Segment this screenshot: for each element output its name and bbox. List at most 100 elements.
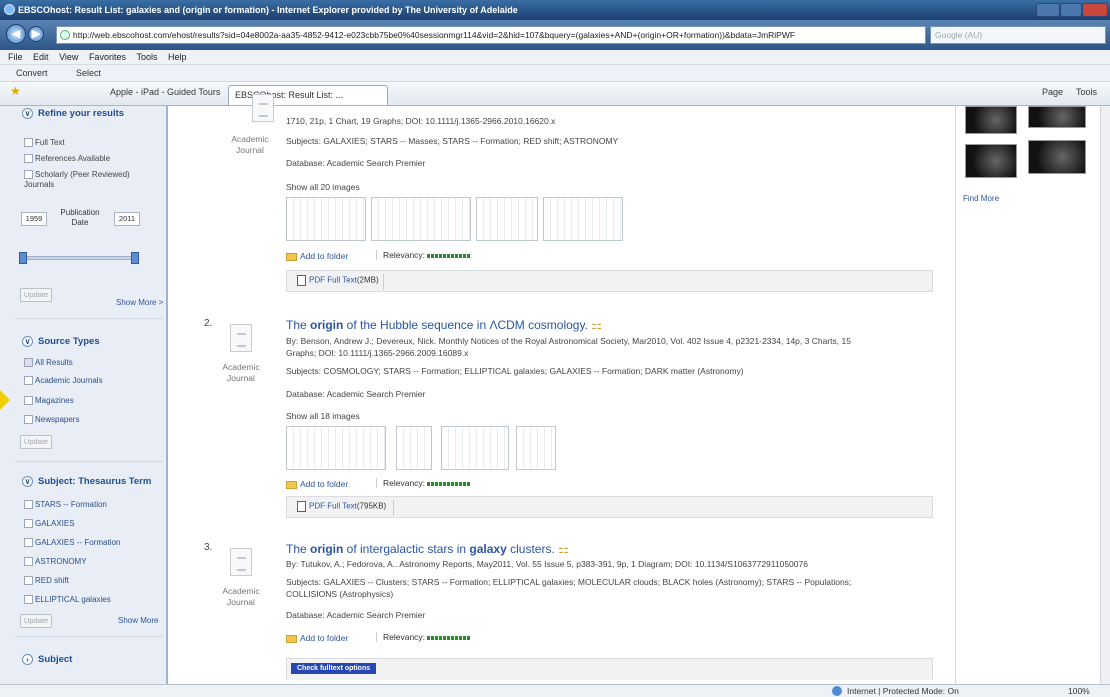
favorites-star-icon[interactable]: ★ xyxy=(10,84,21,98)
doc-icon xyxy=(230,324,252,352)
date-slider[interactable] xyxy=(22,256,138,260)
year-to-input[interactable]: 2011 xyxy=(114,212,140,226)
record-database: Database: Academic Search Premier xyxy=(286,158,426,168)
forward-button[interactable]: ▶ xyxy=(28,26,44,42)
record-title-link[interactable]: The origin of the Hubble sequence in ΛCD… xyxy=(286,318,602,332)
add-to-folder[interactable]: Add to folder xyxy=(286,251,348,261)
doc-type: Academic Journal xyxy=(222,586,260,607)
slider-handle-left[interactable] xyxy=(19,252,27,264)
thumbnail[interactable] xyxy=(441,426,509,470)
menu-tools[interactable]: Tools xyxy=(136,50,157,65)
convert-toolbar: Convert Select xyxy=(0,65,1110,82)
filter-scholarly[interactable]: Scholarly (Peer Reviewed) Journals xyxy=(24,170,144,190)
vertical-scrollbar[interactable] xyxy=(1100,106,1110,684)
back-button[interactable]: ◀ xyxy=(6,24,26,44)
update-button[interactable]: Update xyxy=(20,614,52,628)
subject-red-shift[interactable]: RED shift xyxy=(24,576,69,586)
menu-file[interactable]: File xyxy=(8,50,23,65)
update-button[interactable]: Update xyxy=(20,288,52,302)
record-number: 2. xyxy=(204,318,213,329)
minimize-button[interactable] xyxy=(1036,3,1060,17)
close-button[interactable] xyxy=(1082,3,1108,17)
filter-full-text[interactable]: Full Text xyxy=(24,138,65,148)
fav-link[interactable]: Apple - iPad - Guided Tours xyxy=(110,87,220,97)
select-button[interactable]: Select xyxy=(76,68,101,78)
url-input[interactable]: http://web.ebscohost.com/ehost/results?s… xyxy=(56,26,926,44)
url-text: http://web.ebscohost.com/ehost/results?s… xyxy=(73,30,796,40)
doc-type: Academic Journal xyxy=(222,362,260,383)
tools-menu[interactable]: Tools xyxy=(1076,87,1097,97)
relevancy-bars xyxy=(427,253,472,258)
thumbnail[interactable] xyxy=(476,197,538,241)
maximize-button[interactable] xyxy=(1060,3,1082,17)
find-more-link[interactable]: Find More xyxy=(963,194,999,203)
folder-icon xyxy=(286,480,297,489)
check-fulltext-button[interactable]: Check fulltext options xyxy=(291,663,377,674)
pointer-arrow xyxy=(0,390,10,410)
image-result[interactable] xyxy=(965,106,1017,134)
source-all-results[interactable]: All Results xyxy=(24,358,73,368)
ie-icon xyxy=(4,4,15,15)
thumbnail[interactable] xyxy=(286,197,366,241)
image-thumbnails xyxy=(286,197,626,241)
subject-astronomy[interactable]: ASTRONOMY xyxy=(24,557,87,567)
subject-thesaurus-header[interactable]: ∨ Subject: Thesaurus Term xyxy=(22,476,151,487)
search-box[interactable]: Google (AU) xyxy=(930,26,1106,44)
record-database: Database: Academic Search Premier xyxy=(286,610,426,620)
source-magazines[interactable]: Magazines xyxy=(24,396,74,406)
record-title-link[interactable]: The origin of intergalactic stars in gal… xyxy=(286,542,569,556)
show-images-link[interactable]: Show all 18 images xyxy=(286,411,360,422)
subject-elliptical[interactable]: ELLIPTICAL galaxies xyxy=(24,595,111,605)
subject-stars-formation[interactable]: STARS -- Formation xyxy=(24,500,107,510)
record-subjects: Subjects: GALAXIES; STARS -- Masses; STA… xyxy=(286,136,619,146)
convert-button[interactable]: Convert xyxy=(16,68,48,78)
pdf-full-text-link[interactable]: PDF Full Text(795KB) xyxy=(297,501,386,512)
relevancy-bars xyxy=(427,635,472,640)
menu-view[interactable]: View xyxy=(59,50,78,65)
subject-galaxies-formation[interactable]: GALAXIES -- Formation xyxy=(24,538,120,548)
doc-icon xyxy=(230,548,252,576)
zoom-level[interactable]: 100% xyxy=(1068,686,1090,696)
subject-header[interactable]: › Subject xyxy=(22,654,72,665)
thumbnail[interactable] xyxy=(286,426,386,470)
show-more-link[interactable]: Show More xyxy=(118,616,158,625)
show-images-link[interactable]: Show all 20 images xyxy=(286,182,360,193)
thumbnail[interactable] xyxy=(516,426,556,470)
pdf-full-text-link[interactable]: PDF Full Text(2MB) xyxy=(297,275,379,286)
divider xyxy=(15,461,163,462)
thumbnail[interactable] xyxy=(371,197,471,241)
record-citation: 1710, 21p, 1 Chart, 19 Graphs; DOI: 10.1… xyxy=(286,116,556,126)
collapse-icon: ∨ xyxy=(22,108,33,119)
add-to-folder[interactable]: Add to folder xyxy=(286,479,348,489)
subject-galaxies[interactable]: GALAXIES xyxy=(24,519,75,529)
divider xyxy=(15,318,163,319)
pdf-icon xyxy=(297,275,306,286)
image-result[interactable] xyxy=(1028,140,1086,174)
thumbnail[interactable] xyxy=(396,426,432,470)
relevancy-bars xyxy=(427,481,472,486)
menu-edit[interactable]: Edit xyxy=(33,50,49,65)
status-bar: Internet | Protected Mode: On 100% xyxy=(0,684,1110,697)
update-button[interactable]: Update xyxy=(20,435,52,449)
image-result[interactable] xyxy=(965,144,1017,178)
source-types-header[interactable]: ∨ Source Types xyxy=(22,336,100,347)
menu-favorites[interactable]: Favorites xyxy=(89,50,126,65)
source-newspapers[interactable]: Newspapers xyxy=(24,415,79,425)
thumbnail[interactable] xyxy=(543,197,623,241)
show-more-link[interactable]: Show More > xyxy=(116,298,163,307)
refine-header[interactable]: ∨ Refine your results xyxy=(22,108,124,119)
sidebar: ∨ Refine your results Full Text Reference… xyxy=(0,106,168,684)
add-to-folder[interactable]: Add to folder xyxy=(286,633,348,643)
record-subjects: Subjects: GALAXIES -- Clusters; STARS --… xyxy=(286,577,852,587)
year-from-input[interactable]: 1959 xyxy=(21,212,47,226)
page-menu[interactable]: Page xyxy=(1042,87,1063,97)
fulltext-bar: Check fulltext options xyxy=(286,658,933,680)
doc-type: Academic Journal xyxy=(231,134,269,155)
source-academic-journals[interactable]: Academic Journals xyxy=(24,376,103,386)
relevancy: Relevancy: xyxy=(376,478,472,488)
filter-references[interactable]: References Available xyxy=(24,154,110,164)
menu-help[interactable]: Help xyxy=(168,50,187,65)
title-bar: EBSCOhost: Result List: galaxies and (or… xyxy=(0,0,1110,20)
image-result[interactable] xyxy=(1028,106,1086,128)
slider-handle-right[interactable] xyxy=(131,252,139,264)
